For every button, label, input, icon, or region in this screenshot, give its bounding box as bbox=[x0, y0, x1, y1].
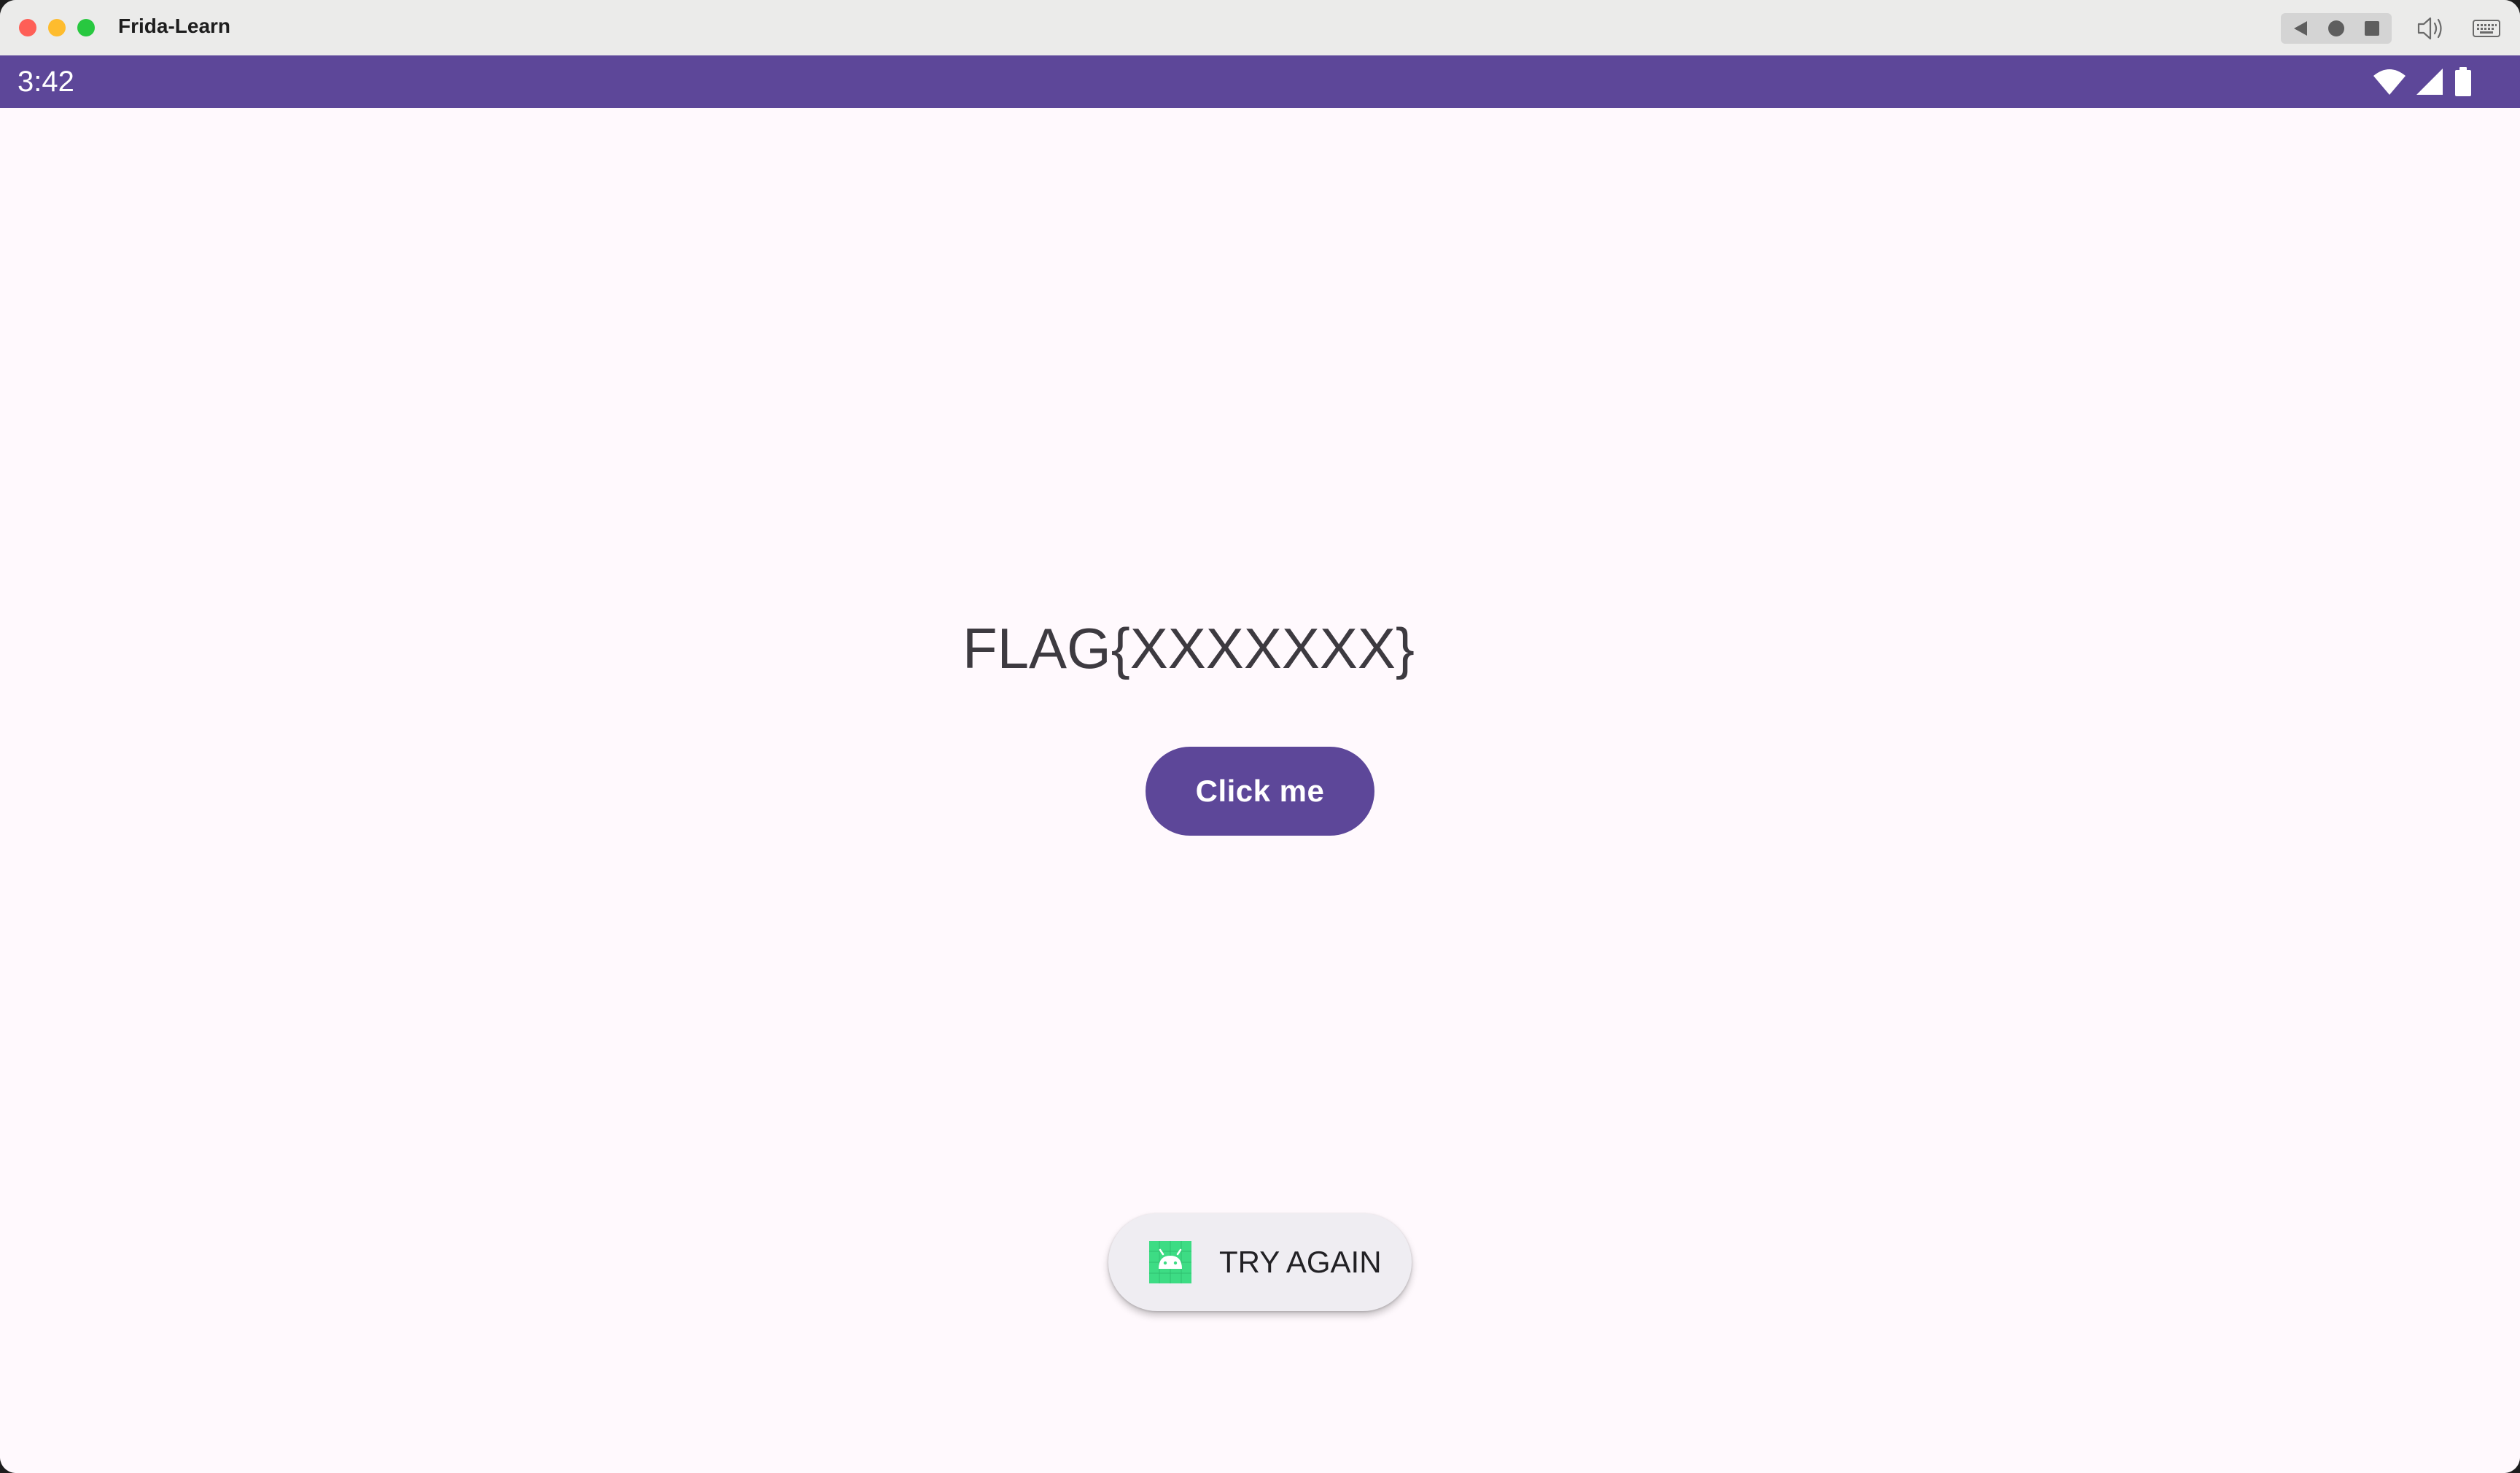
click-me-button[interactable]: Click me bbox=[1146, 747, 1374, 836]
overview-button[interactable] bbox=[2354, 13, 2390, 44]
home-icon bbox=[2328, 20, 2344, 36]
status-time: 3:42 bbox=[18, 66, 74, 98]
window-titlebar: Frida-Learn bbox=[0, 0, 2520, 56]
minimize-window-button[interactable] bbox=[48, 19, 66, 36]
android-status-bar: 3:42 bbox=[0, 55, 2520, 108]
overview-icon bbox=[2365, 21, 2379, 36]
back-icon bbox=[2294, 21, 2307, 36]
emulator-nav-controls bbox=[2281, 13, 2392, 44]
status-icons bbox=[2373, 67, 2473, 96]
flag-text: FLAG{XXXXXXX} bbox=[962, 616, 1415, 680]
keyboard-button[interactable] bbox=[2470, 13, 2502, 44]
back-button[interactable] bbox=[2282, 13, 2319, 44]
keyboard-icon bbox=[2473, 20, 2500, 37]
emulator-window: Frida-Learn 3:42 FLAG{XXXXXXX} Click me … bbox=[0, 0, 2520, 1473]
battery-icon bbox=[2453, 66, 2473, 97]
volume-icon bbox=[2417, 17, 2442, 40]
window-title: Frida-Learn bbox=[118, 15, 231, 37]
toast-text: TRY AGAIN bbox=[1219, 1245, 1382, 1279]
volume-button[interactable] bbox=[2415, 13, 2447, 44]
close-window-button[interactable] bbox=[19, 19, 36, 36]
home-button[interactable] bbox=[2318, 13, 2354, 44]
android-app-icon bbox=[1149, 1241, 1191, 1283]
maximize-window-button[interactable] bbox=[77, 19, 95, 36]
toast-message: TRY AGAIN bbox=[1108, 1213, 1412, 1311]
signal-icon bbox=[2415, 67, 2444, 96]
wifi-icon bbox=[2373, 67, 2406, 96]
